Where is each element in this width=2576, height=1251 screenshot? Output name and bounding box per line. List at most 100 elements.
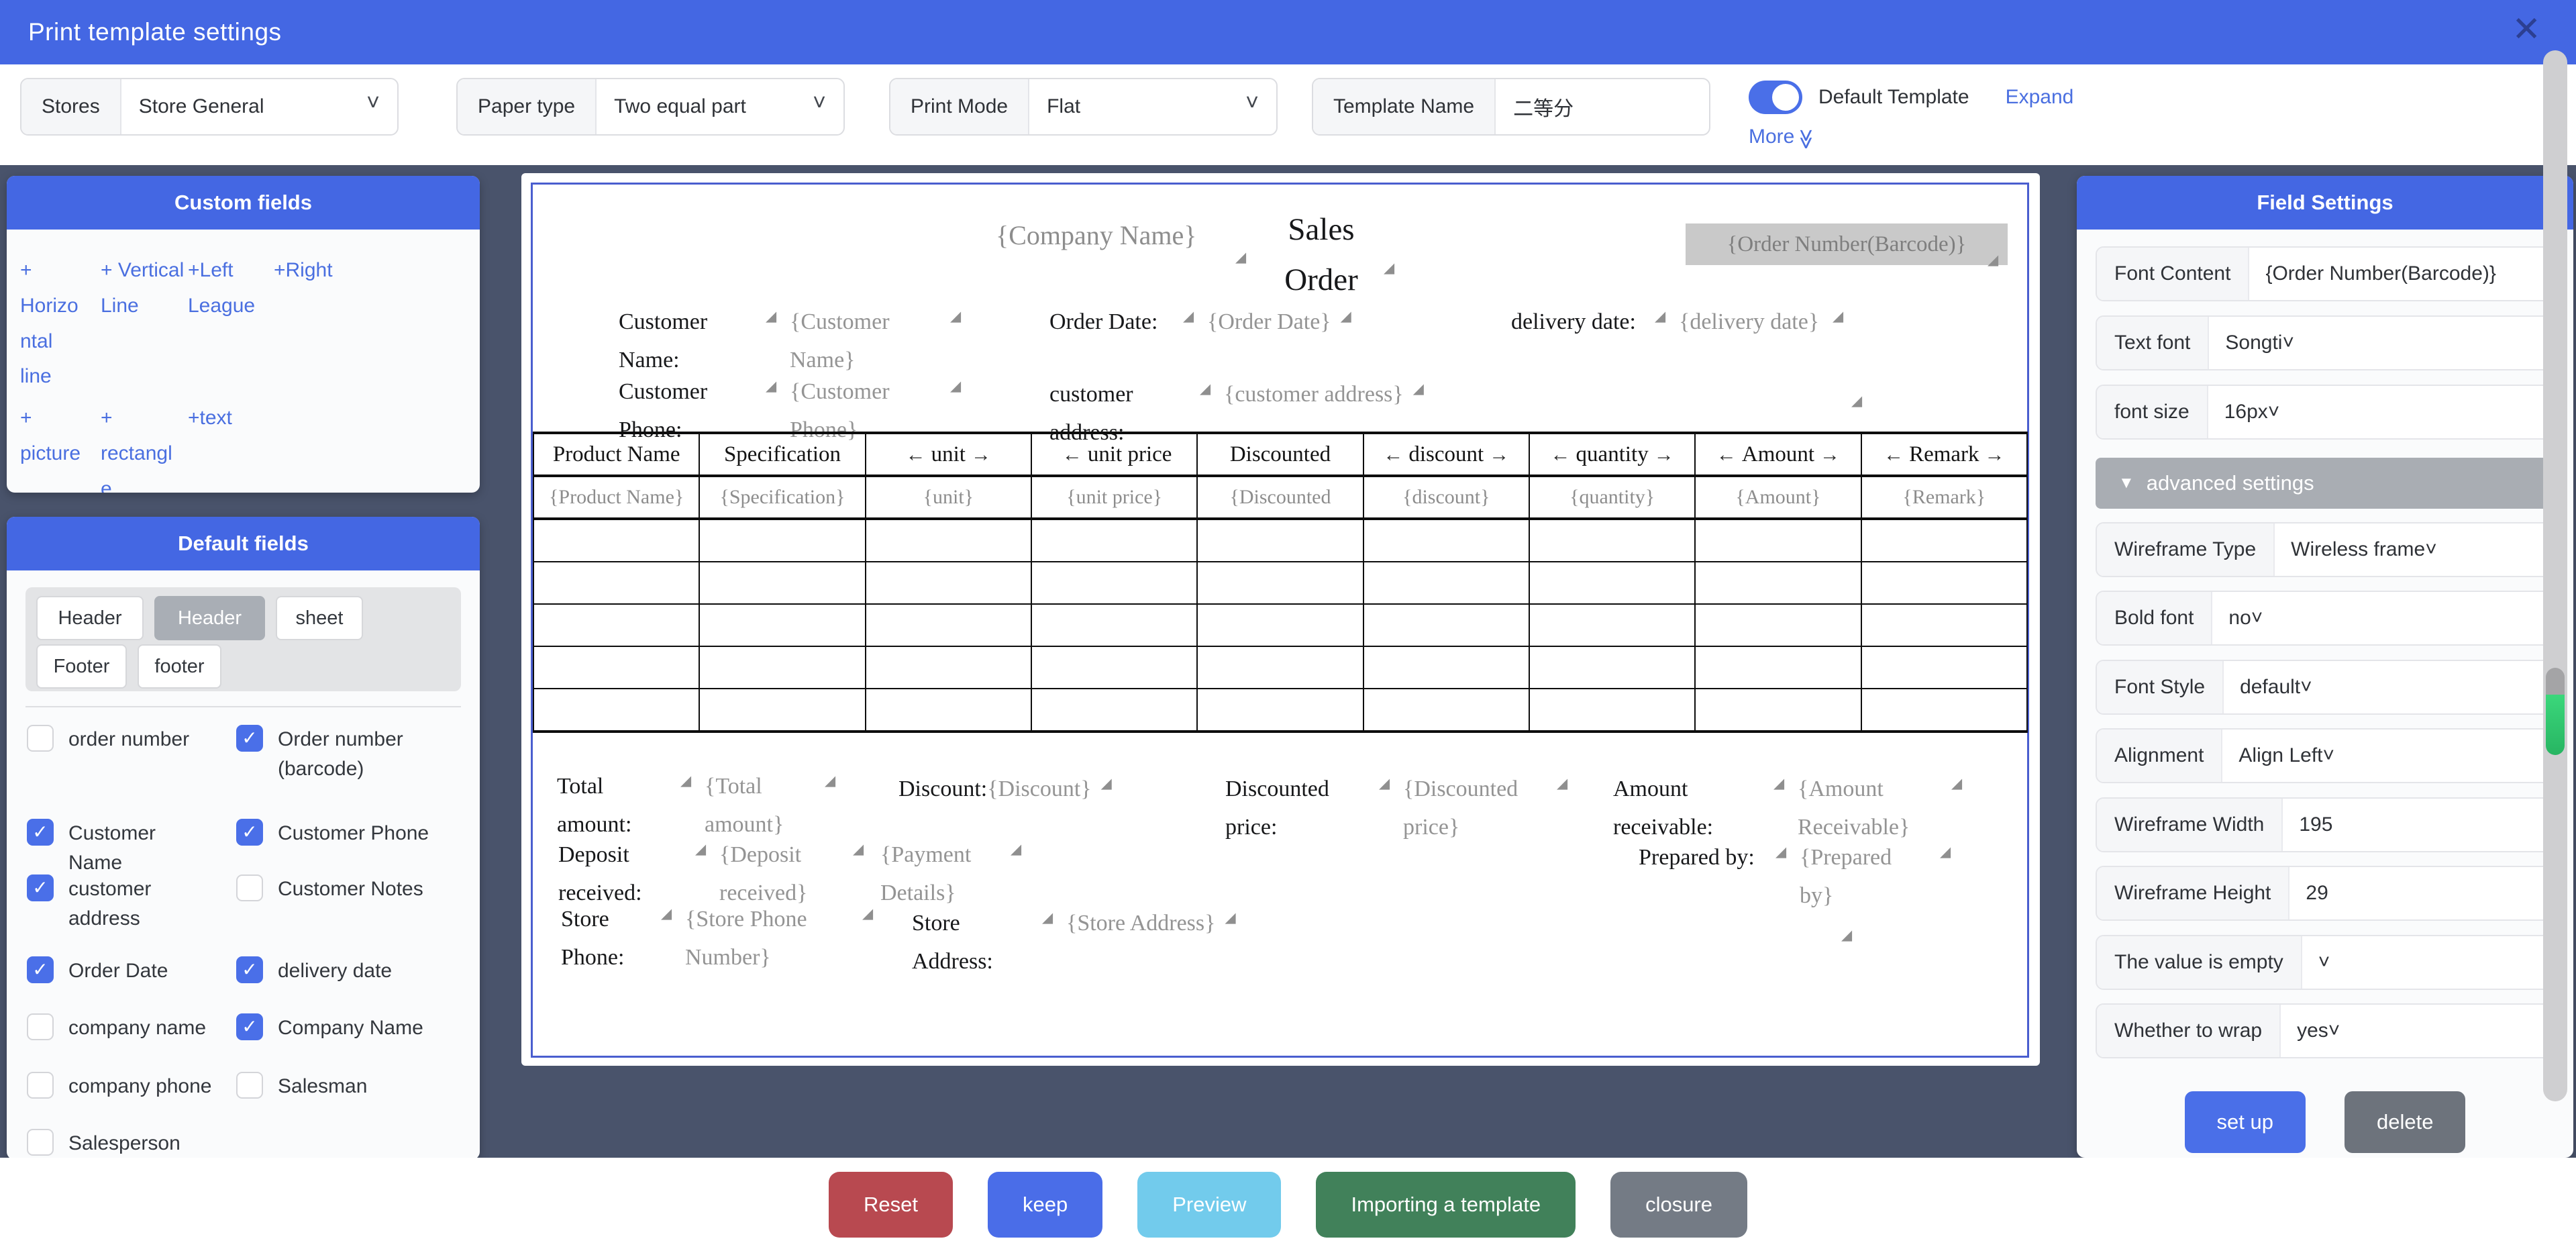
resize-handle-icon[interactable] xyxy=(1379,777,1394,794)
add-left-league-link[interactable]: +Left League xyxy=(188,253,265,324)
resize-handle-icon[interactable] xyxy=(950,379,965,397)
reset-button[interactable]: Reset xyxy=(829,1172,953,1238)
close-icon[interactable]: ✕ xyxy=(2512,12,2541,47)
preview-button[interactable]: Preview xyxy=(1137,1172,1281,1238)
add-text-link[interactable]: +text xyxy=(188,401,265,436)
company-name-placeholder[interactable]: {Company Name} xyxy=(996,219,1196,251)
checkbox-company-phone[interactable]: company phone xyxy=(27,1072,223,1101)
template-sheet[interactable]: {Company Name} Sales Order {Order Number… xyxy=(531,183,2029,1058)
resize-handle-icon[interactable] xyxy=(695,842,710,860)
checkbox-salesman[interactable]: Salesman xyxy=(236,1072,439,1101)
alignment-select[interactable]: Alignment Align Left xyxy=(2096,728,2555,783)
checkbox-customer-notes[interactable]: Customer Notes xyxy=(236,874,439,904)
set-up-button[interactable]: set up xyxy=(2185,1091,2306,1153)
wireframe-height-field[interactable]: Wireframe Height 29 xyxy=(2096,866,2555,921)
field-delivery-date[interactable]: delivery date: {delivery date} xyxy=(1511,303,1847,341)
resize-handle-icon[interactable] xyxy=(1775,845,1790,862)
field-payment-details[interactable]: {Payment Details} xyxy=(880,836,1025,912)
font-size-select[interactable]: font size 16px xyxy=(2096,385,2555,440)
resize-handle-icon[interactable] xyxy=(1235,250,1250,268)
value-empty-select[interactable]: The value is empty xyxy=(2096,935,2555,990)
resize-handle-icon[interactable] xyxy=(680,774,695,791)
template-name-field[interactable]: Template Name 二等分 xyxy=(1312,78,1710,136)
resize-handle-icon[interactable] xyxy=(1200,382,1215,399)
tab-footer-1[interactable]: Footer xyxy=(36,644,127,689)
font-content-field[interactable]: Font Content {Order Number(Barcode)} xyxy=(2096,246,2555,301)
resize-handle-icon[interactable] xyxy=(1341,309,1355,327)
resize-handle-icon[interactable] xyxy=(1655,309,1669,327)
stores-select[interactable]: Stores Store General xyxy=(20,78,399,136)
resize-handle-icon[interactable] xyxy=(766,379,780,397)
checkbox-customer-name[interactable]: Customer Name xyxy=(27,819,209,877)
field-discounted-price[interactable]: Discounted price: {Discounted price} xyxy=(1225,770,1572,846)
field-store-phone[interactable]: Store Phone: {Store Phone Number} xyxy=(561,900,877,977)
field-order-date[interactable]: Order Date: {Order Date} xyxy=(1049,303,1355,341)
resize-handle-icon[interactable] xyxy=(1011,842,1025,860)
order-barcode-placeholder[interactable]: {Order Number(Barcode)} xyxy=(1686,223,2008,265)
field-discount[interactable]: Discount: {Discount} xyxy=(898,770,1116,808)
add-picture-link[interactable]: + picture xyxy=(20,401,87,472)
add-horizontal-line-link[interactable]: + Horizontal line xyxy=(20,253,87,395)
scrollbar-thumb[interactable] xyxy=(2546,668,2565,755)
field-customer-name[interactable]: Customer Name: {Customer Name} xyxy=(619,303,965,379)
checkbox-icon[interactable] xyxy=(27,956,54,983)
keep-button[interactable]: keep xyxy=(988,1172,1102,1238)
checkbox-delivery-date[interactable]: delivery date xyxy=(236,956,439,986)
checkbox-icon[interactable] xyxy=(27,725,54,752)
checkbox-icon[interactable] xyxy=(236,725,263,752)
checkbox-customer-phone[interactable]: Customer Phone xyxy=(236,819,439,848)
resize-handle-icon[interactable] xyxy=(1833,309,1847,327)
wireframe-width-field[interactable]: Wireframe Width 195 xyxy=(2096,797,2555,852)
resize-handle-icon[interactable] xyxy=(1773,777,1788,794)
resize-handle-icon[interactable] xyxy=(825,774,839,791)
resize-handle-icon[interactable] xyxy=(1851,394,1866,411)
wrap-select[interactable]: Whether to wrap yes xyxy=(2096,1003,2555,1058)
advanced-settings-toggle[interactable]: advanced settings xyxy=(2096,458,2555,509)
add-right-link[interactable]: +Right xyxy=(274,253,361,289)
checkbox-icon[interactable] xyxy=(27,819,54,846)
resize-handle-icon[interactable] xyxy=(1384,261,1398,279)
checkbox-order-number-barcode[interactable]: Order number (barcode) xyxy=(236,725,439,783)
field-prepared-by[interactable]: Prepared by: {Prepared by} xyxy=(1639,838,1955,915)
default-template-toggle[interactable] xyxy=(1749,81,1802,114)
checkbox-company-name[interactable]: Company Name xyxy=(236,1013,439,1043)
checkbox-icon[interactable] xyxy=(236,1013,263,1040)
field-total-amount[interactable]: Total amount: {Total amount} xyxy=(557,767,839,844)
font-style-select[interactable]: Font Style default xyxy=(2096,660,2555,715)
import-template-button[interactable]: Importing a template xyxy=(1316,1172,1576,1238)
text-font-select[interactable]: Text font Songti xyxy=(2096,315,2555,370)
paper-type-select[interactable]: Paper type Two equal part xyxy=(456,78,845,136)
resize-handle-icon[interactable] xyxy=(862,907,877,924)
doc-title[interactable]: Sales Order xyxy=(1254,205,1388,305)
resize-handle-icon[interactable] xyxy=(1101,777,1116,794)
resize-handle-icon[interactable] xyxy=(1042,911,1057,928)
closure-button[interactable]: closure xyxy=(1610,1172,1747,1238)
checkbox-icon[interactable] xyxy=(236,956,263,983)
checkbox-company-name-lc[interactable]: company name xyxy=(27,1013,223,1043)
add-rectangle-link[interactable]: + rectangle xyxy=(101,401,176,493)
resize-handle-icon[interactable] xyxy=(1557,777,1572,794)
resize-handle-icon[interactable] xyxy=(1841,928,1856,946)
resize-handle-icon[interactable] xyxy=(1951,777,1966,794)
resize-handle-icon[interactable] xyxy=(766,309,780,327)
checkbox-icon[interactable] xyxy=(27,874,54,901)
checkbox-icon[interactable] xyxy=(236,874,263,901)
checkbox-order-number[interactable]: order number xyxy=(27,725,209,754)
field-store-address[interactable]: Store Address: {Store Address} xyxy=(912,904,1239,981)
print-mode-select[interactable]: Print Mode Flat xyxy=(889,78,1278,136)
page-scrollbar[interactable] xyxy=(2543,50,2567,1101)
checkbox-customer-address[interactable]: customer address xyxy=(27,874,176,933)
delete-button[interactable]: delete xyxy=(2345,1091,2465,1153)
tab-footer-2[interactable]: footer xyxy=(138,644,221,689)
checkbox-icon[interactable] xyxy=(27,1013,54,1040)
checkbox-order-date[interactable]: Order Date xyxy=(27,956,209,986)
resize-handle-icon[interactable] xyxy=(1988,253,2002,270)
resize-handle-icon[interactable] xyxy=(661,907,676,924)
field-amount-receivable[interactable]: Amount receivable: {Amount Receivable} xyxy=(1613,770,1966,846)
checkbox-icon[interactable] xyxy=(236,1072,263,1099)
tab-sheet[interactable]: sheet xyxy=(276,596,363,640)
resize-handle-icon[interactable] xyxy=(1225,911,1239,928)
add-vertical-line-link[interactable]: + Vertical Line xyxy=(101,253,185,324)
more-link[interactable]: More xyxy=(1749,126,1794,148)
tab-header-2[interactable]: Header xyxy=(154,596,265,640)
